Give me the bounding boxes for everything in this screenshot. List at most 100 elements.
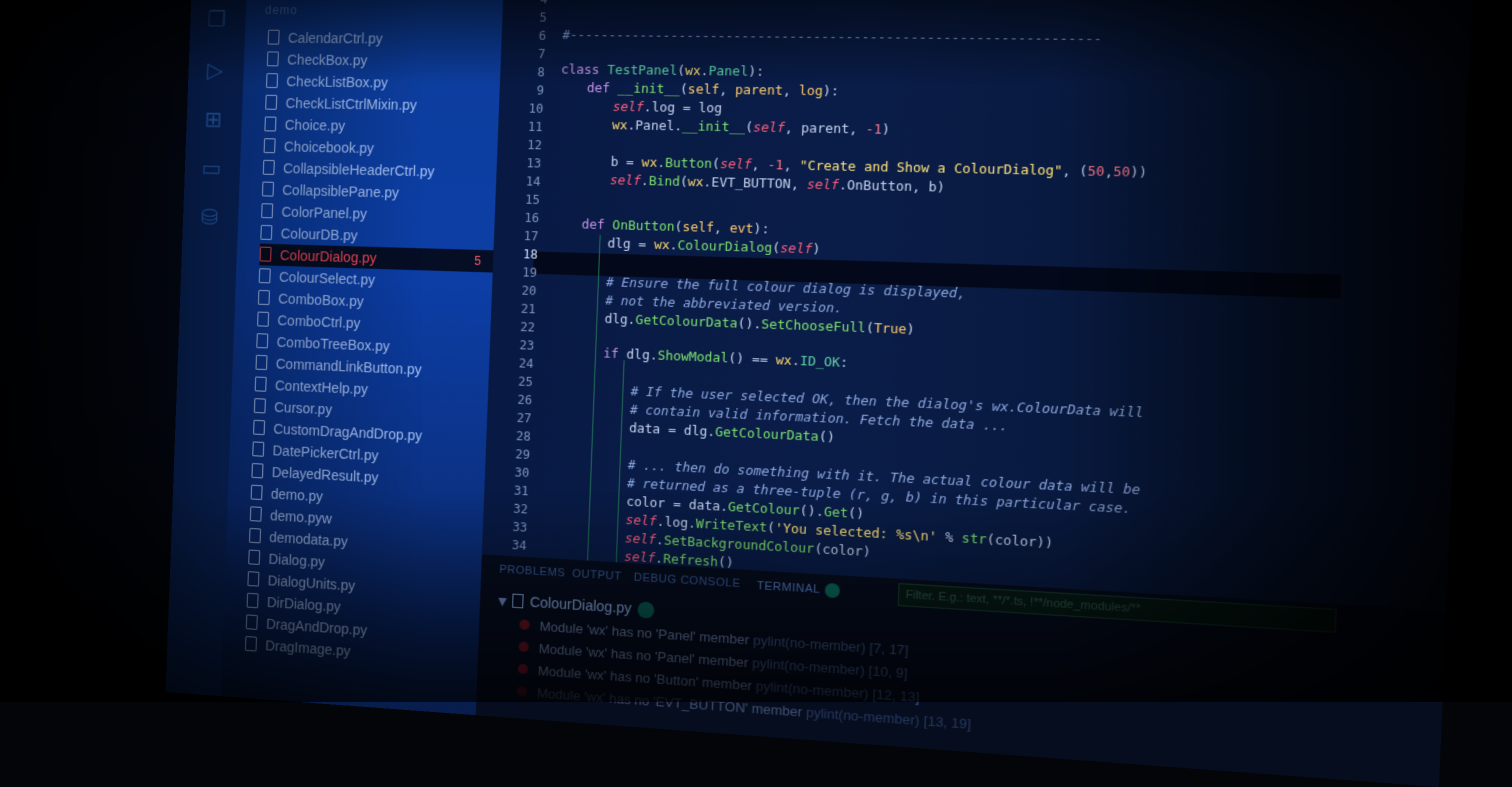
file-name: ColourDialog.py bbox=[279, 247, 377, 266]
line-number: 28 bbox=[515, 428, 532, 444]
line-number: 23 bbox=[519, 338, 535, 353]
file-name: CollapsibleHeaderCtrl.py bbox=[282, 160, 435, 180]
code-line: #---------------------------------------… bbox=[562, 26, 1103, 47]
file-name: ColorPanel.py bbox=[281, 203, 368, 222]
extensions-icon[interactable]: ⊞ bbox=[199, 107, 227, 135]
monitor-screen: ❐ ▷ ⊞ ▭ ⛁ demo CalendarCtrl.py CheckBox.p… bbox=[165, 0, 1473, 787]
file-name: CheckListBox.py bbox=[286, 73, 389, 91]
terminal-badge bbox=[824, 582, 840, 599]
file-name: Choice.py bbox=[284, 116, 346, 134]
file-item[interactable]: CalendarCtrl.py bbox=[267, 27, 504, 51]
problem-count-badge bbox=[637, 601, 655, 620]
file-name: demo.pyw bbox=[269, 507, 333, 527]
file-icon bbox=[254, 376, 267, 392]
files-icon[interactable]: ❐ bbox=[203, 7, 231, 35]
file-icon bbox=[256, 333, 269, 349]
line-number: 5 bbox=[539, 10, 548, 25]
line-number: 27 bbox=[516, 410, 532, 426]
tab-problems[interactable]: PROBLEMS bbox=[499, 563, 565, 579]
code-line: class TestPanel(wx.Panel): bbox=[560, 61, 765, 79]
line-number: 33 bbox=[512, 519, 528, 535]
code-line: def OnButton(self, evt): bbox=[581, 216, 770, 237]
line-number: 10 bbox=[528, 101, 544, 116]
database-icon[interactable]: ⛁ bbox=[196, 205, 224, 233]
file-name: CheckListCtrlMixin.py bbox=[285, 95, 418, 113]
code-editor[interactable]: 4 5 6 7 8 9 10 11 12 13 14 15 16 17 18 19 20 21 22 23 24 25 26… bbox=[481, 0, 1473, 611]
tab-terminal[interactable]: TERMINAL bbox=[757, 579, 840, 599]
file-item[interactable]: CheckListBox.py bbox=[266, 70, 502, 95]
file-item[interactable]: CheckBox.py bbox=[266, 48, 503, 72]
chevron-down-icon[interactable]: ▼ bbox=[498, 595, 507, 609]
file-icon bbox=[264, 116, 277, 132]
file-name: DatePickerCtrl.py bbox=[272, 442, 379, 464]
file-icon bbox=[265, 94, 278, 110]
problem-file-group[interactable]: ▼ ColourDialog.py bbox=[498, 592, 655, 620]
file-icon bbox=[261, 181, 275, 197]
line-number: 9 bbox=[536, 83, 545, 98]
line-number: 25 bbox=[517, 374, 534, 390]
problem-rule: pylint(no-member) [12, 13] bbox=[755, 678, 920, 706]
line-number: 20 bbox=[521, 283, 537, 299]
line-number: 21 bbox=[520, 301, 536, 317]
line-number: 14 bbox=[525, 174, 541, 189]
file-icon bbox=[257, 289, 270, 306]
photo-background: ❐ ▷ ⊞ ▭ ⛁ demo CalendarCtrl.py CheckBox.p… bbox=[0, 0, 1512, 787]
file-name: DialogUnits.py bbox=[267, 572, 356, 594]
file-name: Cursor.py bbox=[273, 399, 333, 418]
code-line: self.Bind(wx.EVT_BUTTON, self.OnButton, … bbox=[609, 172, 946, 195]
problem-rule: pylint(no-member) [7, 17] bbox=[752, 632, 909, 659]
line-number: 15 bbox=[524, 192, 541, 208]
line-number: 4 bbox=[517, 0, 548, 6]
problem-rule: pylint(no-member) [13, 19] bbox=[805, 704, 972, 733]
line-number: 32 bbox=[513, 501, 529, 517]
tab-debug-console[interactable]: DEBUG CONSOLE bbox=[633, 571, 740, 590]
code-line: if dlg.ShowModal() == wx.ID_OK: bbox=[603, 345, 849, 371]
code-line: dlg = wx.ColourDialog(self) bbox=[607, 235, 821, 257]
file-name: ComboBox.py bbox=[278, 290, 364, 310]
file-name: demodata.py bbox=[269, 529, 348, 550]
file-name: ColourDB.py bbox=[280, 225, 358, 244]
file-icon bbox=[259, 246, 272, 262]
tab-output[interactable]: OUTPUT bbox=[572, 568, 622, 583]
line-number: 17 bbox=[523, 228, 539, 244]
file-name: DragImage.py bbox=[265, 637, 351, 660]
file-icon bbox=[245, 614, 258, 630]
file-icon bbox=[262, 159, 275, 175]
file-icon bbox=[266, 51, 279, 67]
error-icon bbox=[519, 619, 530, 631]
code-line: dlg.GetColourData().SetChooseFull(True) bbox=[604, 310, 916, 338]
line-number: 34 bbox=[511, 537, 527, 553]
file-name: CollapsiblePane.py bbox=[282, 182, 400, 201]
remote-explorer-icon[interactable]: ▭ bbox=[198, 156, 226, 184]
error-icon bbox=[517, 663, 529, 675]
file-icon bbox=[261, 203, 274, 219]
line-number: 31 bbox=[513, 483, 529, 499]
line-number: 22 bbox=[520, 319, 536, 335]
code-line: def __init__(self, parent, log): bbox=[586, 79, 840, 99]
file-name: ComboTreeBox.py bbox=[276, 333, 390, 355]
explorer-header: demo bbox=[264, 3, 299, 18]
file-icon bbox=[266, 73, 279, 89]
line-number: 13 bbox=[526, 156, 542, 171]
file-icon bbox=[250, 484, 263, 501]
line-number: 30 bbox=[514, 465, 530, 481]
line-number: 7 bbox=[537, 46, 546, 62]
line-number: 18 bbox=[522, 247, 539, 262]
indent-guide bbox=[615, 360, 625, 565]
line-number: 16 bbox=[524, 210, 540, 226]
file-name: CheckBox.py bbox=[286, 51, 368, 69]
file-name: ColourSelect.py bbox=[278, 268, 376, 288]
file-icon bbox=[244, 635, 257, 652]
file-name: Choicebook.py bbox=[283, 138, 375, 157]
problem-rule: pylint(no-member) [10, 9] bbox=[751, 655, 909, 682]
problem-file-name: ColourDialog.py bbox=[529, 593, 632, 617]
line-number: 11 bbox=[527, 119, 543, 135]
line-number: 26 bbox=[517, 392, 533, 408]
file-name: CalendarCtrl.py bbox=[287, 29, 383, 47]
file-icon bbox=[263, 138, 276, 154]
file-name: DirDialog.py bbox=[266, 594, 341, 615]
run-debug-icon[interactable]: ▷ bbox=[201, 58, 229, 86]
line-number: 24 bbox=[518, 356, 534, 372]
file-icon bbox=[253, 398, 266, 414]
line-number: 8 bbox=[537, 65, 546, 80]
